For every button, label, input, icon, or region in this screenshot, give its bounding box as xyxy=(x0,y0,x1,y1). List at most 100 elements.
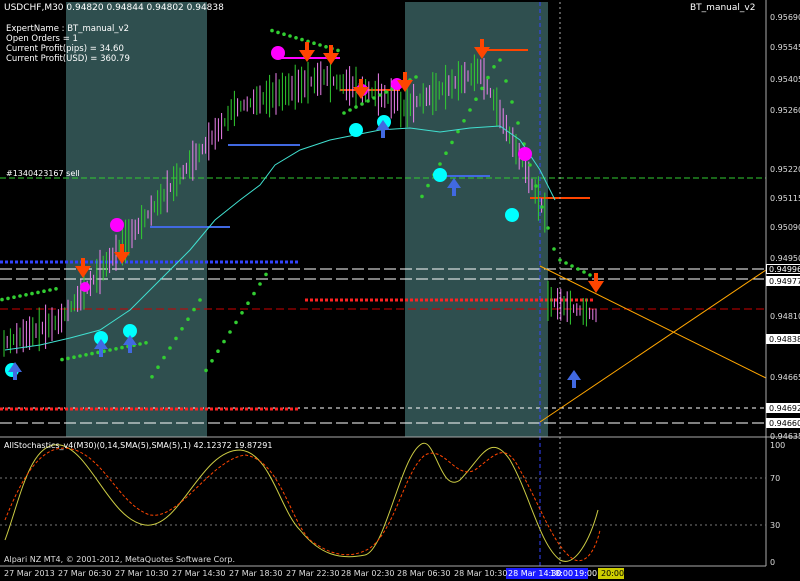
time-tick: 27 Mar 18:30 xyxy=(229,569,283,578)
psar-dot xyxy=(354,105,358,109)
psar-dot xyxy=(294,36,298,40)
fractal-magenta-2 xyxy=(80,282,90,292)
psar-dot xyxy=(84,353,88,357)
time-tick: 27 Mar 22:30 xyxy=(286,569,340,578)
session-box-label-2: 18:00 xyxy=(550,569,574,578)
price-label-box: 0.94838 xyxy=(766,334,800,344)
fractal-cyan-7 xyxy=(505,208,519,222)
psar-dot xyxy=(510,100,514,104)
psar-dot xyxy=(60,357,64,362)
time-tick: 27 Mar 10:30 xyxy=(115,569,169,578)
psar-dot xyxy=(150,375,154,379)
fractal-magenta-3 xyxy=(271,46,285,60)
stoch-tick: 0 xyxy=(770,558,776,567)
price-label-box: 0.94996 xyxy=(766,264,800,274)
psar-dot xyxy=(6,296,10,301)
psar-dot xyxy=(78,354,82,358)
psar-dot xyxy=(492,65,496,69)
psar-dot xyxy=(468,108,472,112)
channel-lines xyxy=(539,265,767,423)
psar-dot xyxy=(90,351,94,356)
psar-dot xyxy=(324,45,328,49)
profit-pips-text: Current Profit(pips) = 34.60 xyxy=(6,44,124,54)
psar-dot xyxy=(0,297,4,302)
expert-name-text: ExpertName : BT_manual_v2 xyxy=(6,24,129,34)
psar-dot xyxy=(318,43,322,47)
psar-dot xyxy=(72,355,76,360)
buy-arrow-icon-6 xyxy=(567,370,581,388)
psar-dot xyxy=(456,129,460,134)
psar-dot xyxy=(300,37,304,42)
psar-dot xyxy=(498,58,502,62)
time-tick: 28 Mar 10:30 xyxy=(454,569,508,578)
psar-dot xyxy=(336,48,340,53)
psar-dot xyxy=(378,93,382,97)
price-label-box: 0.94660 xyxy=(766,418,800,428)
price-tick: 0.94665 xyxy=(770,373,800,382)
price-tick: 0.95690 xyxy=(770,13,800,22)
psar-dot xyxy=(66,356,70,361)
psar-dot xyxy=(282,32,286,36)
psar-dot xyxy=(360,102,364,106)
psar-dot xyxy=(18,294,22,298)
psar-dot xyxy=(414,75,418,79)
psar-dot xyxy=(186,317,190,322)
fractal-magenta-6 xyxy=(518,147,532,161)
symbol-header: USDCHF,M30 0.94820 0.94844 0.94802 0.948… xyxy=(4,3,224,13)
psar-dot xyxy=(234,320,238,325)
psar-dot xyxy=(48,288,52,292)
fractal-cyan-6 xyxy=(433,168,447,182)
psar-dot xyxy=(54,287,58,291)
session-band-2 xyxy=(405,2,548,437)
psar-dot xyxy=(576,267,580,271)
psar-dot xyxy=(24,293,28,297)
psar-dot xyxy=(534,184,538,188)
psar-dot xyxy=(528,163,532,167)
psar-dot xyxy=(168,346,172,350)
psar-dot xyxy=(120,345,124,350)
psar-dot xyxy=(138,342,142,346)
psar-dot xyxy=(486,75,490,80)
psar-dot xyxy=(462,119,466,123)
sell-arrow-icon-5 xyxy=(353,79,369,99)
psar-dot xyxy=(156,365,160,370)
price-tick: 0.95260 xyxy=(770,106,800,115)
fractal-cyan-4 xyxy=(349,123,363,137)
stoch-signal-line xyxy=(4,447,601,562)
order-label[interactable]: #1340423167 sell xyxy=(6,169,80,178)
stoch-main-line xyxy=(4,442,599,562)
psar-dot xyxy=(540,205,544,209)
chart-canvas[interactable] xyxy=(0,0,800,581)
time-tick: 27 Mar 2013 xyxy=(4,569,55,578)
price-tick: 0.95405 xyxy=(770,75,800,84)
time-tick: 27 Mar 06:30 xyxy=(58,569,112,578)
session-band-1 xyxy=(66,2,207,437)
psar-dot xyxy=(162,355,166,360)
psar-dot xyxy=(312,41,316,45)
session-box-label-4: 20:00 xyxy=(601,569,625,578)
psar-dot xyxy=(36,290,40,295)
psar-dot xyxy=(174,336,178,341)
time-tick: 28 Mar 02:30 xyxy=(341,569,395,578)
psar-dot xyxy=(210,359,214,363)
copyright-text: Alpari NZ MT4, © 2001-2012, MetaQuotes S… xyxy=(4,555,236,564)
profit-usd-text: Current Profit(USD) = 360.79 xyxy=(6,54,130,64)
price-tick: 0.95090 xyxy=(770,223,800,232)
psar-dot xyxy=(198,298,202,302)
stoch-tick: 30 xyxy=(770,521,781,530)
channel-line-1 xyxy=(539,265,767,379)
psar-dot xyxy=(264,272,268,277)
psar-dot xyxy=(42,289,46,294)
fractal-magenta-1 xyxy=(110,218,124,232)
psar-dot xyxy=(204,368,208,373)
psar-dot xyxy=(228,330,232,334)
psar-dot xyxy=(372,96,376,100)
psar-dot xyxy=(222,339,226,344)
psar-dot xyxy=(474,97,478,101)
psar-dot xyxy=(114,347,118,351)
psar-dot xyxy=(504,79,508,83)
stoch-title: AllStochastics_v4(M30)(0,14,SMA(5),SMA(5… xyxy=(4,441,273,450)
price-tick: 0.94810 xyxy=(770,312,800,321)
psar-dot xyxy=(420,194,424,199)
psar-dot xyxy=(216,349,220,354)
